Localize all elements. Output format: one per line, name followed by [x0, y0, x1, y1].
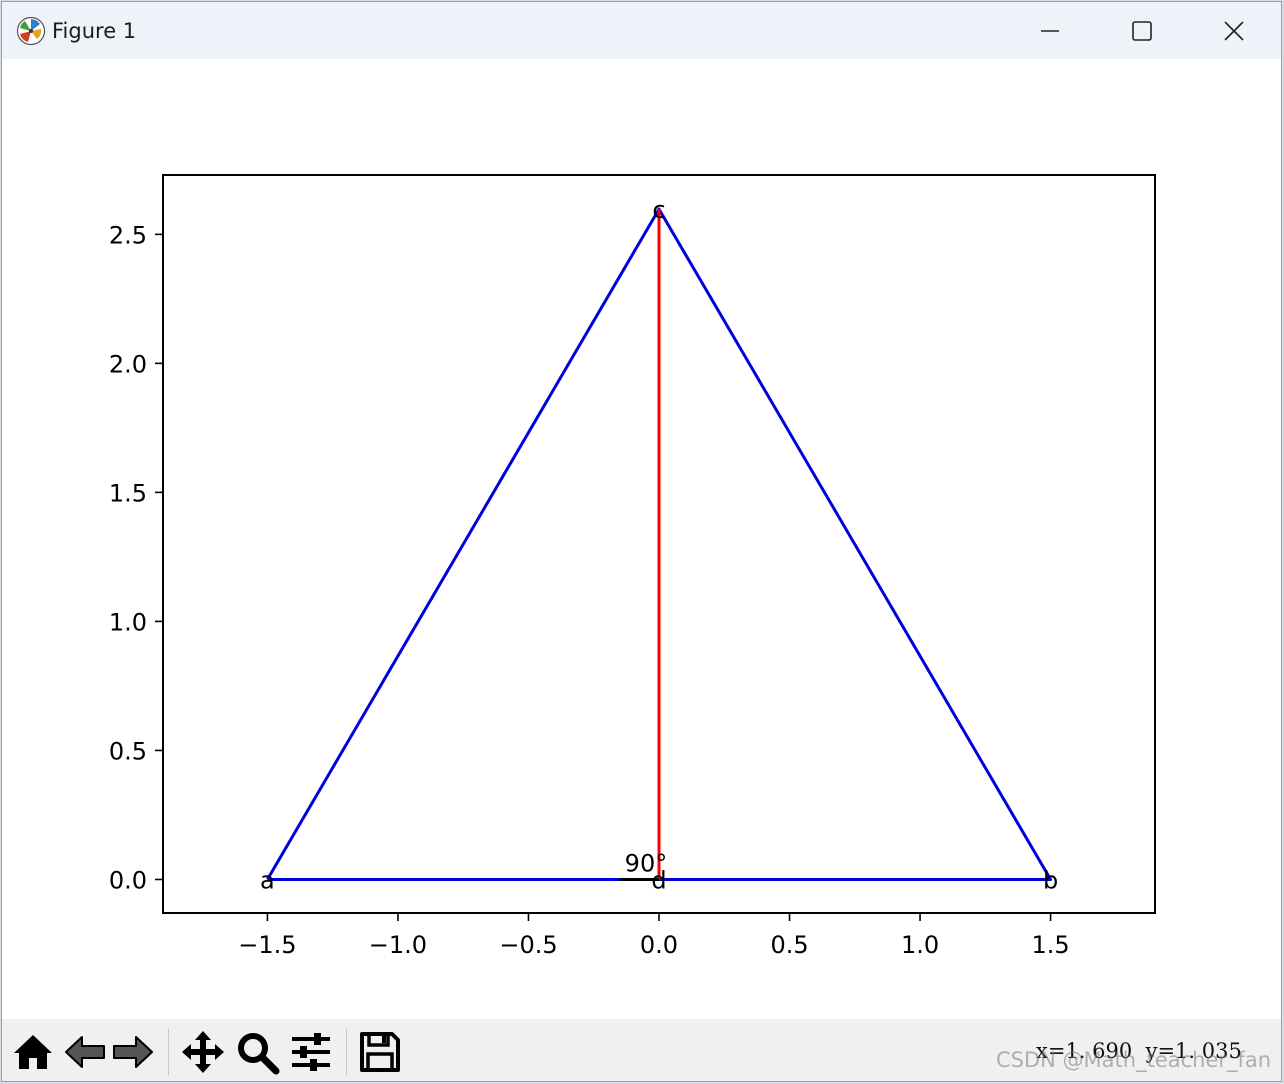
save-button[interactable]	[357, 1029, 403, 1075]
close-button[interactable]	[1188, 2, 1280, 59]
point-label: b	[1043, 866, 1058, 894]
y-tick-label: 2.0	[109, 350, 147, 378]
home-icon	[14, 1035, 52, 1069]
pan-button[interactable]	[180, 1029, 226, 1075]
toolbar-separator	[168, 1029, 169, 1075]
x-tick-label: 0.5	[770, 931, 808, 959]
title-bar[interactable]: Figure 1	[2, 2, 1281, 59]
figure-window: Figure 1 −1.5 −1.0 −0.5 0.0 0.5 1.0 1.5 0.0 0.5 1…	[1, 1, 1282, 1082]
back-button[interactable]	[62, 1029, 108, 1075]
minimize-button[interactable]	[1004, 2, 1096, 59]
x-tick-label: −1.0	[369, 931, 427, 959]
zoom-button[interactable]	[234, 1029, 280, 1075]
y-tick-label: 1.0	[109, 608, 147, 636]
y-tick-label: 1.5	[109, 479, 147, 507]
save-icon	[360, 1032, 400, 1072]
x-tick-label: −0.5	[499, 931, 557, 959]
maximize-icon	[1132, 21, 1152, 41]
minimize-icon	[1041, 30, 1059, 32]
point-label: c	[652, 196, 665, 224]
figure-canvas[interactable]: −1.5 −1.0 −0.5 0.0 0.5 1.0 1.5 0.0 0.5 1.0 1.5 2.0 2…	[2, 59, 1281, 1019]
configure-subplots-icon	[292, 1033, 330, 1071]
forward-icon	[113, 1036, 153, 1068]
watermark: CSDN @Math_teacher_fan	[996, 1048, 1272, 1072]
y-tick-label: 0.0	[109, 866, 147, 894]
angle-annotation: 90°	[625, 850, 668, 878]
x-tick-label: 1.0	[901, 931, 939, 959]
maximize-button[interactable]	[1096, 2, 1188, 59]
toolbar-separator	[346, 1029, 347, 1075]
configure-subplots-button[interactable]	[288, 1029, 334, 1075]
forward-button[interactable]	[110, 1029, 156, 1075]
x-tick-label: 1.5	[1031, 931, 1069, 959]
home-button[interactable]	[10, 1029, 56, 1075]
window-title: Figure 1	[52, 19, 137, 43]
pan-icon	[182, 1031, 224, 1073]
y-tick-label: 0.5	[109, 737, 147, 765]
plot-area[interactable]: −1.5 −1.0 −0.5 0.0 0.5 1.0 1.5 0.0 0.5 1.0 1.5 2.0 2…	[2, 59, 1282, 1019]
point-label: a	[260, 866, 275, 894]
close-icon	[1224, 21, 1244, 41]
y-tick-label: 2.5	[109, 221, 147, 249]
x-tick-label: −1.5	[238, 931, 296, 959]
x-tick-label: 0.0	[640, 931, 678, 959]
matplotlib-logo-icon	[16, 16, 46, 46]
back-icon	[65, 1036, 105, 1068]
zoom-icon	[238, 1033, 280, 1075]
